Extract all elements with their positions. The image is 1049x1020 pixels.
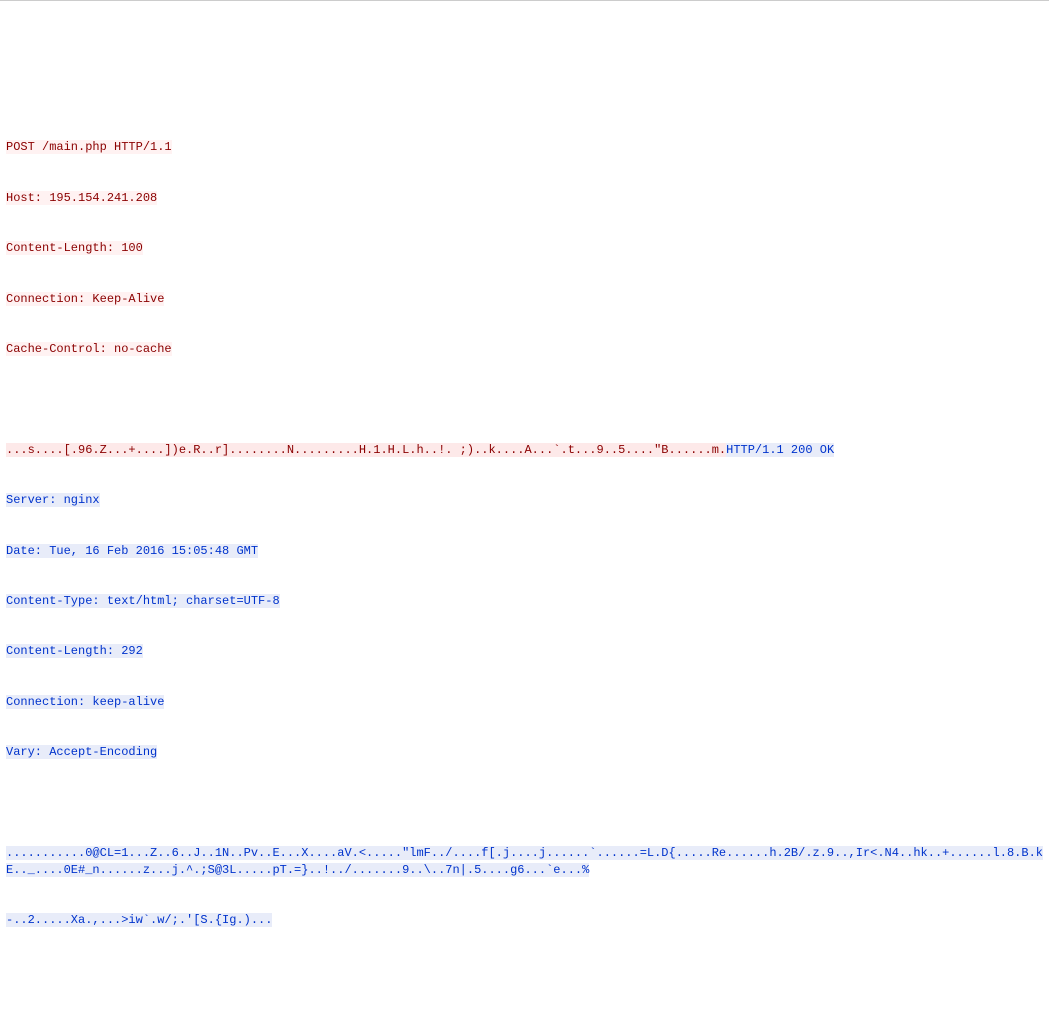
request-body: ...s....[.96.Z...+....])e.R..r]........N… bbox=[6, 443, 726, 457]
request-header-line: POST /main.php HTTP/1.1 bbox=[6, 140, 172, 154]
request-header-line: Connection: Keep-Alive bbox=[6, 292, 164, 306]
response-header-line: Connection: keep-alive bbox=[6, 695, 164, 709]
request-header-line: Content-Length: 100 bbox=[6, 241, 143, 255]
response-header-line: Vary: Accept-Encoding bbox=[6, 745, 157, 759]
request-header-line: Host: 195.154.241.208 bbox=[6, 191, 157, 205]
response-header-line: Date: Tue, 16 Feb 2016 15:05:48 GMT bbox=[6, 544, 258, 558]
response-status: HTTP/1.1 200 OK bbox=[726, 443, 834, 457]
request-header-line: Cache-Control: no-cache bbox=[6, 342, 172, 356]
response-header-line: Content-Length: 292 bbox=[6, 644, 143, 658]
response-body-line: -..2.....Xa.,...>iw`.w/;.'[S.{Ig.)... bbox=[6, 913, 272, 927]
response-header-line: Server: nginx bbox=[6, 493, 100, 507]
packet-stream: POST /main.php HTTP/1.1 Host: 195.154.24… bbox=[6, 72, 1043, 1020]
response-header-line: Content-Type: text/html; charset=UTF-8 bbox=[6, 594, 280, 608]
response-body-line: ...........0@CL=1...Z..6..J..1N..Pv..E..… bbox=[6, 846, 1043, 877]
